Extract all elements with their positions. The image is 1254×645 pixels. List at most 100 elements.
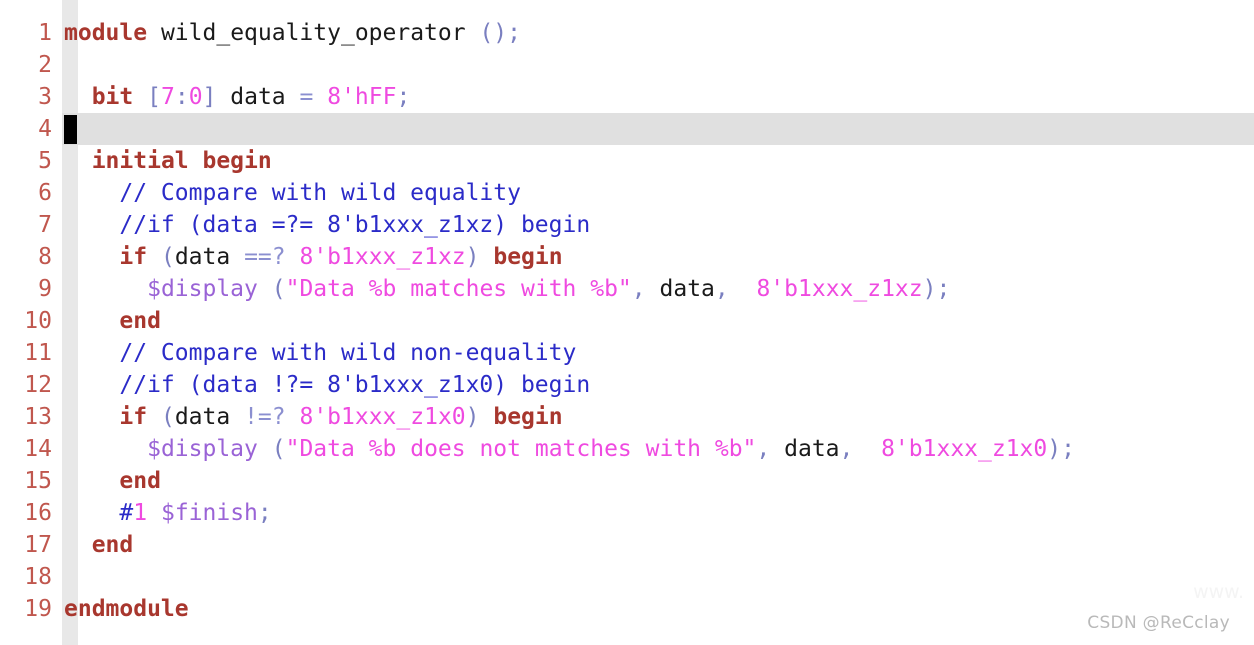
token-punc: ( xyxy=(271,276,286,302)
token-kw: initial begin xyxy=(91,148,272,174)
line-code[interactable]: $display ("Data %b matches with %b", dat… xyxy=(64,273,950,305)
token-punc: [ xyxy=(147,84,161,110)
token-punc: ( xyxy=(160,244,175,270)
token-punc: (); xyxy=(479,20,521,46)
code-line[interactable]: 13 if (data !=? 8'b1xxx_z1x0) begin xyxy=(0,401,1254,433)
token-punc: ( xyxy=(271,436,286,462)
token-lit: 8'hFF xyxy=(327,84,397,110)
token-punc: , xyxy=(631,276,646,302)
code-line[interactable]: 3 bit [7:0] data = 8'hFF; xyxy=(0,81,1254,113)
code-line[interactable]: 4 xyxy=(0,113,1254,145)
token-lit: 8'b1xxx_z1x0 xyxy=(299,404,466,430)
line-number: 3 xyxy=(38,84,52,110)
line-code[interactable]: #1 $finish; xyxy=(64,497,272,529)
code-editor[interactable]: 1 module wild_equality_operator (); 2 3 bit… xyxy=(0,0,1254,645)
line-number: 6 xyxy=(38,180,52,206)
code-line[interactable]: 10 end xyxy=(0,305,1254,337)
token-num: 1 xyxy=(133,500,148,526)
line-code[interactable]: //if (data !?= 8'b1xxx_z1x0) begin xyxy=(64,369,590,401)
code-line[interactable]: 9 $display ("Data %b matches with %b", d… xyxy=(0,273,1254,305)
token-kw: bit xyxy=(91,84,134,110)
token-kw: begin xyxy=(493,244,563,270)
line-code[interactable]: endmodule xyxy=(64,593,189,625)
code-line[interactable]: 11 // Compare with wild non-equality xyxy=(0,337,1254,369)
token-ident: data xyxy=(174,244,231,270)
code-line[interactable]: 12 //if (data !?= 8'b1xxx_z1x0) begin xyxy=(0,369,1254,401)
token-cmt: # xyxy=(119,500,134,526)
watermark-csdn: CSDN @ReCclay xyxy=(1087,613,1230,633)
token-kw: end xyxy=(91,532,134,558)
code-line[interactable]: 18 xyxy=(0,561,1254,593)
code-line[interactable]: 14 $display ("Data %b does not matches w… xyxy=(0,433,1254,465)
line-code[interactable]: bit [7:0] data = 8'hFF; xyxy=(64,81,411,113)
line-number: 2 xyxy=(38,52,52,78)
line-code[interactable]: end xyxy=(64,465,161,497)
token-str: "Data %b does not matches with %b" xyxy=(285,436,757,462)
token-punc: ; xyxy=(396,84,411,110)
line-code[interactable]: if (data !=? 8'b1xxx_z1x0) begin xyxy=(64,401,562,433)
token-kw: if xyxy=(119,404,148,430)
token-kw: end xyxy=(119,468,161,494)
token-cmt: //if (data !?= 8'b1xxx_z1x0) begin xyxy=(119,372,591,398)
code-line[interactable]: 8 if (data ==? 8'b1xxx_z1xz) begin xyxy=(0,241,1254,273)
code-lines-container[interactable]: 1 module wild_equality_operator (); 2 3 bit… xyxy=(0,0,1254,625)
token-num: 7 xyxy=(160,84,175,110)
line-number: 4 xyxy=(38,116,52,142)
line-code[interactable]: //if (data =?= 8'b1xxx_z1xz) begin xyxy=(64,209,590,241)
line-number: 12 xyxy=(24,372,52,398)
line-number: 1 xyxy=(38,20,52,46)
token-lit: 8'b1xxx_z1x0 xyxy=(881,436,1048,462)
line-number: 16 xyxy=(24,500,52,526)
line-code[interactable]: end xyxy=(64,305,161,337)
code-line[interactable]: 5 initial begin xyxy=(0,145,1254,177)
line-code[interactable]: // Compare with wild non-equality xyxy=(64,337,576,369)
code-line[interactable]: 7 //if (data =?= 8'b1xxx_z1xz) begin xyxy=(0,209,1254,241)
line-code[interactable]: if (data ==? 8'b1xxx_z1xz) begin xyxy=(64,241,563,273)
token-str: "Data %b matches with %b" xyxy=(285,276,632,302)
active-line-highlight xyxy=(62,113,1254,145)
text-cursor xyxy=(64,115,77,144)
line-number: 10 xyxy=(24,308,52,334)
token-op: = xyxy=(299,84,314,110)
token-ident: data xyxy=(230,84,286,110)
token-punc: , xyxy=(714,276,729,302)
token-punc: ; xyxy=(257,500,272,526)
token-op: !=? xyxy=(244,404,286,430)
token-punc: : xyxy=(174,84,189,110)
line-code[interactable]: initial begin xyxy=(64,145,272,177)
code-line[interactable]: 6 // Compare with wild equality xyxy=(0,177,1254,209)
line-code[interactable]: end xyxy=(64,529,134,561)
line-code[interactable]: module wild_equality_operator (); xyxy=(64,17,521,49)
token-kw: end xyxy=(119,308,161,334)
code-line[interactable]: 1 module wild_equality_operator (); xyxy=(0,17,1254,49)
line-code[interactable]: $display ("Data %b does not matches with… xyxy=(64,433,1075,465)
code-line[interactable]: 19 endmodule xyxy=(0,593,1254,625)
line-code[interactable]: // Compare with wild equality xyxy=(64,177,521,209)
code-line[interactable]: 17 end xyxy=(0,529,1254,561)
line-number: 18 xyxy=(24,564,52,590)
code-line[interactable]: 2 xyxy=(0,49,1254,81)
code-line[interactable]: 16 #1 $finish; xyxy=(0,497,1254,529)
code-line[interactable]: 15 end xyxy=(0,465,1254,497)
